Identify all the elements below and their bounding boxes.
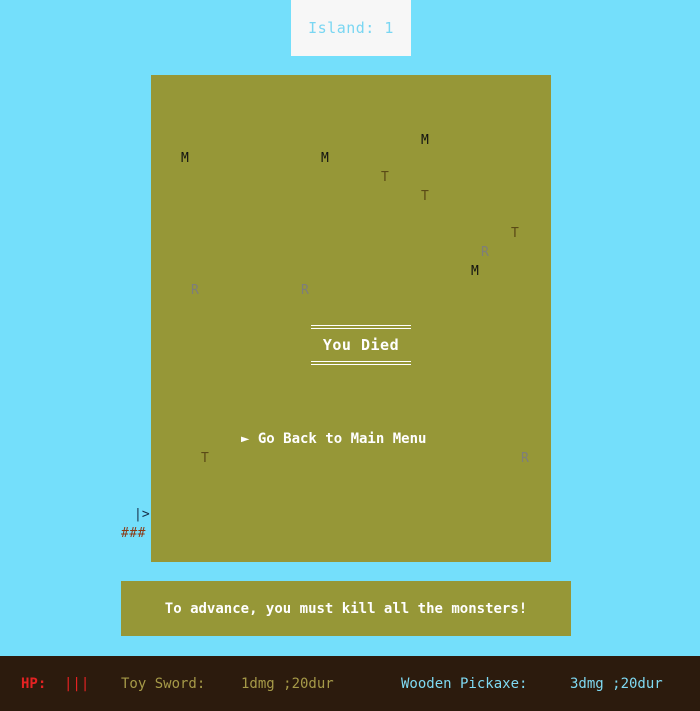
player-boat: |>	[134, 507, 150, 522]
rock: R	[191, 283, 199, 298]
monster: M	[321, 151, 329, 166]
monster: M	[471, 264, 479, 279]
tool-value: 3dmg ;20dur	[570, 676, 663, 692]
you-died-title: You Died	[322, 336, 400, 354]
rock: R	[481, 245, 489, 260]
tool-label: Wooden Pickaxe:	[401, 676, 528, 692]
rock: R	[301, 283, 309, 298]
rock: R	[521, 451, 529, 466]
tree: T	[201, 451, 209, 466]
island-map: M M M M T T T T R R R R You Died ► Go Ba…	[151, 75, 551, 562]
main-menu-option[interactable]: ► Go Back to Main Menu	[241, 431, 426, 447]
hint-message-box: To advance, you must kill all the monste…	[121, 581, 571, 636]
main-menu-label: ► Go Back to Main Menu	[241, 431, 427, 447]
tree: T	[421, 189, 429, 204]
hp-label: HP:	[21, 676, 47, 692]
dock-bridge: ###	[121, 526, 146, 541]
hint-message: To advance, you must kill all the monste…	[164, 600, 528, 617]
island-label: Island: 1	[308, 19, 394, 37]
tree: T	[381, 170, 389, 185]
you-died-banner: You Died	[311, 325, 411, 365]
weapon-label: Toy Sword:	[121, 676, 206, 692]
island-indicator: Island: 1	[291, 0, 411, 56]
tree: T	[511, 226, 519, 241]
monster: M	[181, 151, 189, 166]
monster: M	[421, 133, 429, 148]
hp-value: |||	[64, 676, 90, 692]
weapon-value: 1dmg ;20dur	[241, 676, 334, 692]
status-bar: HP: ||| Toy Sword: 1dmg ;20dur Wooden Pi…	[0, 656, 700, 711]
